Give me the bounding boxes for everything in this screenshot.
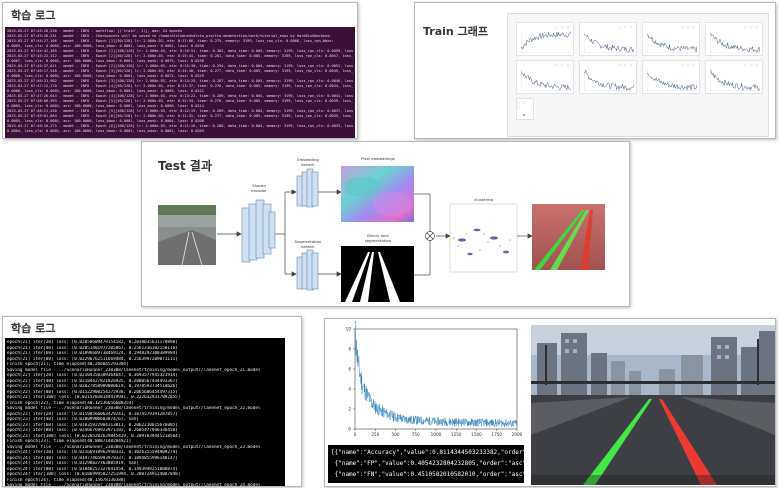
lanenet-diagram bbox=[158, 166, 605, 302]
mini-loss-plot bbox=[584, 31, 634, 53]
dashboard-chart-card[interactable]: ○ ○ ○ bbox=[642, 22, 700, 56]
card-options-icon[interactable]: ○ ○ ○ bbox=[681, 63, 696, 67]
mini-plot-line bbox=[521, 70, 571, 91]
json-line: [{"name":"Accuracy","value":0.8114344503… bbox=[331, 449, 524, 456]
shared-encoder-block bbox=[241, 199, 276, 263]
mini-plot-line bbox=[584, 69, 634, 91]
y-tick-label: 0 bbox=[348, 427, 351, 432]
label-clustering: clustering bbox=[474, 197, 493, 202]
terminal-log-top: 2023-03-27 07:43:26,230 - mmdet - INFO -… bbox=[5, 27, 355, 138]
mini-plot-line bbox=[710, 32, 760, 53]
x-tick-label: 0 bbox=[354, 432, 357, 437]
terminal-log-bottom: epoch[21] iter[20] loss: [0.020506094791… bbox=[5, 338, 285, 486]
card-options-icon[interactable]: ○ ○ ○ bbox=[681, 25, 696, 29]
log-bottom-panel: 학습 로그 epoch[21] iter[20] loss: [0.020506… bbox=[2, 316, 302, 487]
x-tick-label: 1250 bbox=[451, 432, 462, 437]
y-tick-label: 6 bbox=[348, 367, 351, 372]
dashboard-chart-card[interactable]: ○ ○ ○ bbox=[516, 22, 574, 56]
dashboard-chart-card[interactable]: ○ ○ ○ bbox=[579, 60, 637, 94]
pixel-embeddings-image bbox=[341, 166, 414, 222]
mini-loss-plot bbox=[584, 69, 634, 91]
card-options-icon[interactable]: ○ ○ ○ bbox=[618, 63, 633, 67]
dashboard-chart-card[interactable]: ○ ○ ○ bbox=[579, 22, 637, 56]
log-line: Saving model file - ../ScenarioRunner_23… bbox=[7, 483, 261, 486]
mini-loss-plot bbox=[647, 31, 697, 53]
train-graph-panel: Train 그래프 ○ ○ ○ ○ ○ ○ ○ ○ ○ ○ ○ ○ ○ ○ ○ ○ ○ ○… bbox=[414, 2, 776, 139]
segmentation-branch-block bbox=[296, 249, 319, 291]
train-graph-title: Train 그래프 bbox=[423, 25, 488, 38]
metrics-json-output: [{"name":"Accuracy","value":0.8114344503… bbox=[328, 445, 524, 483]
train-dashboard: ○ ○ ○ ○ ○ ○ ○ ○ ○ ○ ○ ○ ○ ○ ○ ○ ○ ○ ○ ○ ○ ○ ○ ○… bbox=[507, 13, 769, 137]
y-tick-label: 8 bbox=[348, 347, 351, 352]
binary-segmentation-image bbox=[341, 246, 414, 302]
y-tick-label: 10 bbox=[346, 327, 352, 332]
log-line: Saving model file - ../ScenarioRunner_23… bbox=[7, 406, 261, 411]
loss-chart: 0 250 500 750 1000 1250 1500 1750 2000 0 2 4 6 8 10 bbox=[329, 321, 525, 445]
card-options-icon[interactable]: ○ ○ ○ bbox=[744, 63, 759, 67]
log-bottom-title: 학습 로그 bbox=[11, 322, 56, 335]
card-options-icon[interactable]: ○ ○ ○ bbox=[618, 25, 633, 29]
mini-plot-line bbox=[647, 72, 697, 91]
clustering-plot bbox=[449, 203, 518, 273]
dashboard-chart-card[interactable]: ○ ○ ○ bbox=[642, 60, 700, 94]
x-tick-label: 2000 bbox=[512, 432, 523, 437]
mini-loss-plot bbox=[647, 69, 697, 91]
output-lane-image bbox=[532, 204, 605, 270]
x-tick-label: 1000 bbox=[431, 432, 442, 437]
x-tick-label: 750 bbox=[412, 432, 420, 437]
json-line: {"name":"FP","value":0.4054232804232805,… bbox=[331, 460, 524, 467]
mini-plot-line bbox=[710, 69, 760, 91]
loss-series-line bbox=[354, 321, 518, 428]
mini-loss-plot bbox=[521, 31, 571, 53]
label-binary-seg: Binary lane segmentation bbox=[364, 233, 392, 243]
log-line: 0.0004, loss_cls: 0.0001, acc: 100.0000,… bbox=[7, 129, 204, 133]
embedding-branch-block bbox=[296, 168, 319, 208]
label-shared-encoder: Shared encoder bbox=[251, 183, 267, 193]
dashboard-chart-card[interactable]: ○ ○ ○ bbox=[705, 22, 763, 56]
test-result-panel: Test 결과 Shared encoder Embedding branch … bbox=[141, 141, 630, 307]
mini-loss-plot bbox=[710, 69, 760, 91]
x-tick-label: 500 bbox=[392, 432, 400, 437]
card-options-icon[interactable]: ○ ○ ○ bbox=[555, 63, 570, 67]
driving-scene-image bbox=[531, 325, 775, 485]
mini-plot-line bbox=[521, 31, 571, 50]
json-line: {"name":"FN","value":0.4510582010582010,… bbox=[331, 471, 524, 478]
label-embedding-branch: Embedding branch bbox=[297, 157, 319, 167]
dashboard-chart-card[interactable]: ○ ○ ○ bbox=[516, 98, 534, 120]
dashboard-chart-card[interactable]: ○ ○ ○ bbox=[705, 60, 763, 94]
card-options-icon[interactable]: ○ ○ ○ bbox=[744, 25, 759, 29]
label-pixel-embeddings: Pixel embeddings bbox=[361, 156, 395, 161]
y-tick-label: 2 bbox=[348, 407, 351, 412]
mini-loss-plot bbox=[710, 31, 760, 53]
input-road-image bbox=[158, 205, 216, 266]
mini-plot-axes bbox=[584, 69, 634, 91]
y-tick-label: 4 bbox=[348, 387, 351, 392]
mini-plot-axes bbox=[647, 69, 697, 91]
log-top-title: 학습 로그 bbox=[11, 9, 56, 22]
mini-plot-line bbox=[647, 33, 697, 53]
x-tick-label: 1500 bbox=[471, 432, 482, 437]
mini-plot-line bbox=[584, 34, 634, 53]
mini-plot-point bbox=[523, 114, 525, 116]
x-tick-label: 1750 bbox=[491, 432, 502, 437]
mini-plot-axes bbox=[584, 31, 634, 53]
card-options-icon[interactable]: ○ ○ ○ bbox=[555, 25, 570, 29]
mini-loss-plot bbox=[521, 69, 571, 91]
card-options-icon[interactable]: ○ ○ ○ bbox=[517, 101, 530, 109]
label-segmentation-branch: Segmentation branch bbox=[294, 239, 322, 249]
merge-node bbox=[425, 231, 435, 241]
log-top-panel: 학습 로그 2023-03-27 07:43:26,230 - mmdet - … bbox=[2, 2, 358, 139]
dashboard-chart-card[interactable]: ○ ○ ○ bbox=[516, 60, 574, 94]
x-tick-label: 250 bbox=[371, 432, 379, 437]
